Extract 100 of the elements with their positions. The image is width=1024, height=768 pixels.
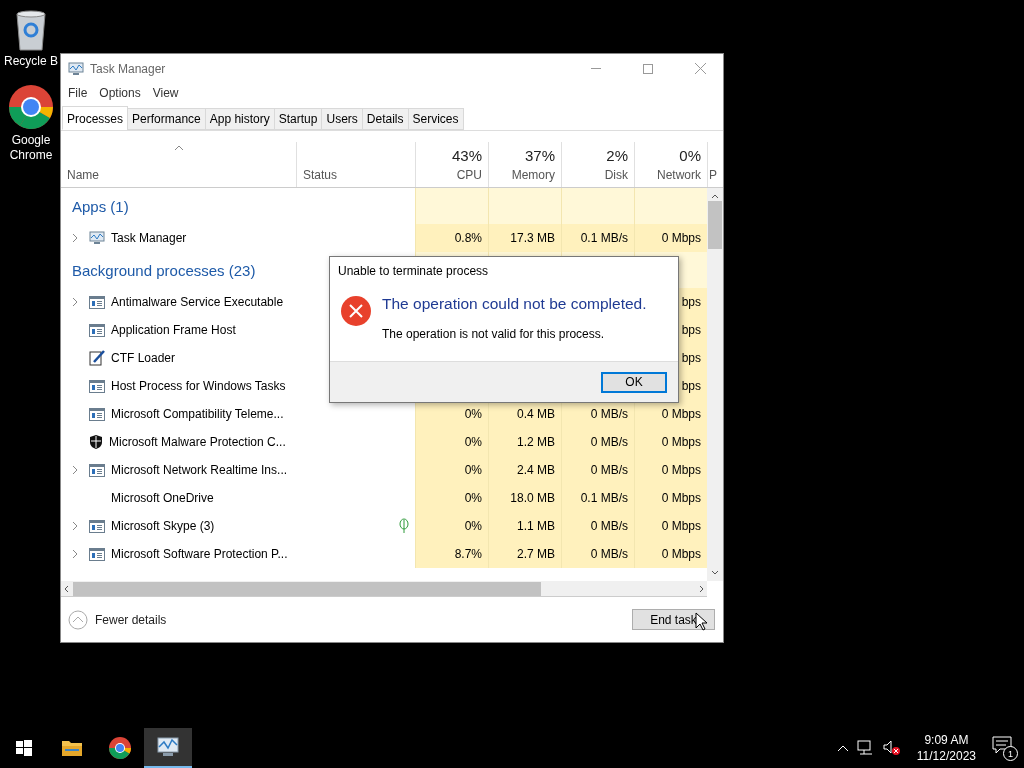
process-name[interactable]: Microsoft Malware Protection C... xyxy=(109,435,286,449)
chevron-up-icon[interactable] xyxy=(836,744,849,752)
browser-icon xyxy=(7,83,55,131)
tab[interactable]: Startup xyxy=(273,108,323,130)
sort-caret-icon xyxy=(173,145,184,151)
menu-item[interactable]: View xyxy=(152,86,179,100)
window-icon xyxy=(89,519,105,533)
usage-cell: 0 Mbps xyxy=(634,224,707,252)
column-header[interactable]: 0% Network xyxy=(634,142,707,187)
column-header[interactable]: 43% CPU xyxy=(415,142,488,187)
collapse-icon xyxy=(68,609,88,630)
usage-cell: 8.7% xyxy=(415,540,488,568)
cursor-icon xyxy=(695,612,707,631)
scroll-thumb[interactable] xyxy=(73,581,541,596)
error-icon xyxy=(340,295,372,327)
tab[interactable]: Processes xyxy=(62,106,129,130)
scroll-thumb[interactable] xyxy=(708,201,722,249)
monitor-icon xyxy=(68,61,84,76)
close-icon[interactable] xyxy=(694,63,706,74)
usage-cell: 1.1 MB xyxy=(488,512,561,540)
group-heading: Apps (1) xyxy=(71,197,129,215)
desktop-icon-label[interactable]: Google Chrome xyxy=(2,133,60,163)
scroll-left-icon[interactable] xyxy=(64,584,69,593)
process-name[interactable]: Application Frame Host xyxy=(111,323,236,337)
vertical-scrollbar[interactable] xyxy=(707,188,723,581)
usage-cell: 0% xyxy=(415,484,488,512)
chevron-icon[interactable] xyxy=(72,297,78,307)
column-header[interactable]: 37% Memory xyxy=(488,142,561,187)
network-icon[interactable] xyxy=(856,740,875,756)
notepad-icon xyxy=(89,350,105,366)
desktop-icon-label[interactable]: Recycle B xyxy=(4,54,58,69)
usage-cell: 0 Mbps xyxy=(634,456,707,484)
process-name[interactable]: Microsoft Software Protection P... xyxy=(111,547,288,561)
window-icon xyxy=(89,463,105,477)
process-name[interactable]: Antimalware Service Executable xyxy=(111,295,284,309)
tab[interactable]: Users xyxy=(321,108,363,130)
usage-cell: 1.2 MB xyxy=(488,428,561,456)
usage-cell: 0 Mbps xyxy=(634,428,707,456)
dialog-title: Unable to terminate process xyxy=(338,264,489,278)
tab[interactable]: Performance xyxy=(127,108,206,130)
window-icon xyxy=(89,547,105,561)
chevron-icon[interactable] xyxy=(72,549,78,559)
monitor-icon[interactable] xyxy=(156,736,180,758)
usage-cell: 18.0 MB xyxy=(488,484,561,512)
usage-cell: 17.3 MB xyxy=(488,224,561,252)
menu-item[interactable]: File xyxy=(68,86,88,100)
usage-cell: 0% xyxy=(415,428,488,456)
column-header[interactable]: P xyxy=(707,142,723,187)
ok-button[interactable]: OK xyxy=(601,371,667,393)
column-header[interactable]: 2% Disk xyxy=(561,142,634,187)
usage-cell: 0% xyxy=(415,456,488,484)
process-name[interactable]: Microsoft Compatibility Teleme... xyxy=(111,407,284,421)
browser-icon[interactable] xyxy=(108,736,132,760)
horizontal-scrollbar[interactable] xyxy=(61,581,707,597)
window-icon xyxy=(89,323,105,337)
process-name[interactable]: Host Process for Windows Tasks xyxy=(111,379,286,393)
usage-cell: 0 MB/s xyxy=(561,540,634,568)
column-header[interactable]: Status xyxy=(296,142,415,187)
maximize-icon[interactable] xyxy=(643,63,653,74)
tab[interactable]: Details xyxy=(361,108,409,130)
usage-cell: 0 MB/s xyxy=(561,456,634,484)
usage-cell: 2.7 MB xyxy=(488,540,561,568)
monitor-icon xyxy=(89,231,105,245)
muted-speaker-icon[interactable] xyxy=(882,740,901,756)
tab[interactable]: App history xyxy=(204,108,275,130)
scroll-up-icon[interactable] xyxy=(711,194,719,199)
chevron-icon[interactable] xyxy=(72,465,78,475)
window-icon xyxy=(89,407,105,421)
scroll-right-icon[interactable] xyxy=(699,584,704,593)
chevron-icon[interactable] xyxy=(72,521,78,531)
folder-icon[interactable] xyxy=(61,739,83,757)
usage-cell: 0 Mbps xyxy=(634,484,707,512)
clock[interactable]: 9:09 AM 11/12/2023 xyxy=(916,732,976,764)
usage-cell: 0 MB/s xyxy=(561,512,634,540)
process-name[interactable]: CTF Loader xyxy=(111,351,176,365)
fewer-details-toggle[interactable]: Fewer details xyxy=(68,609,167,630)
usage-cell: 0 Mbps xyxy=(634,400,707,428)
chevron-icon[interactable] xyxy=(72,233,78,243)
process-name[interactable]: Microsoft Network Realtime Ins... xyxy=(111,463,288,477)
end-task-button[interactable]: End task xyxy=(632,609,715,630)
dialog-message: The operation is not valid for this process. xyxy=(382,327,606,341)
process-name[interactable]: Microsoft Skype (3) xyxy=(111,519,215,533)
window-title: Task Manager xyxy=(90,61,167,76)
usage-cell: 0 MB/s xyxy=(561,428,634,456)
menu-item[interactable]: Options xyxy=(99,86,141,100)
column-header[interactable]: Name xyxy=(61,142,296,187)
usage-cell: 0.1 MB/s xyxy=(561,224,634,252)
group-heading: Background processes (23) xyxy=(71,261,256,279)
process-name[interactable]: Task Manager xyxy=(111,231,187,245)
usage-cell: 0% xyxy=(415,512,488,540)
process-name[interactable]: Microsoft OneDrive xyxy=(111,491,214,505)
window-icon xyxy=(89,295,105,309)
usage-cell: 0.1 MB/s xyxy=(561,484,634,512)
windows-start-icon[interactable] xyxy=(16,740,32,756)
scroll-down-icon[interactable] xyxy=(711,570,719,575)
usage-cell: 0 Mbps xyxy=(634,512,707,540)
usage-cell: 0 Mbps xyxy=(634,540,707,568)
window-icon xyxy=(89,379,105,393)
usage-cell: 2.4 MB xyxy=(488,456,561,484)
tab[interactable]: Services xyxy=(407,108,464,130)
